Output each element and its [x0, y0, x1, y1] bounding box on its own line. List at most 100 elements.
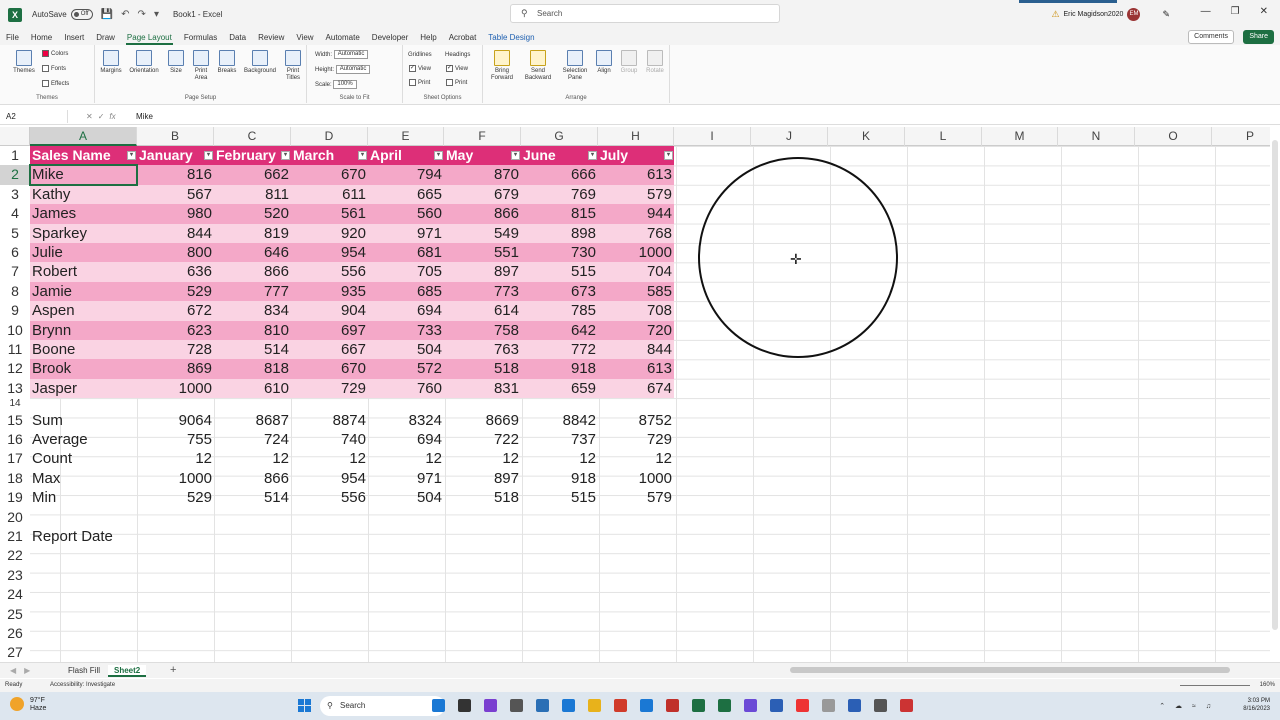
formula-input[interactable]: Mike — [128, 112, 153, 121]
tab-automate[interactable]: Automate — [320, 33, 366, 42]
column-header-c[interactable]: C — [214, 127, 291, 146]
table-cell[interactable]: 704 — [598, 262, 674, 282]
height-control[interactable]: Height: Automatic — [315, 65, 371, 75]
gridlines-view-checkbox[interactable]: ✓ View — [409, 65, 431, 74]
onenote-icon[interactable] — [744, 699, 757, 712]
summary-cell[interactable]: 724 — [214, 430, 291, 449]
group-button[interactable]: Group — [617, 50, 641, 75]
tab-view[interactable]: View — [290, 33, 319, 42]
row-header-3[interactable]: 3 — [0, 185, 30, 204]
redo-icon[interactable]: ↷ — [138, 9, 146, 20]
row-header-25[interactable]: 25 — [0, 605, 30, 624]
restore-icon[interactable]: ❐ — [1231, 6, 1240, 17]
summary-cell[interactable]: Count — [30, 449, 137, 468]
tab-draw[interactable]: Draw — [90, 33, 121, 42]
column-header-n[interactable]: N — [1058, 127, 1135, 146]
summary-cell[interactable]: 866 — [214, 469, 291, 488]
zoom-level[interactable]: 160% — [1260, 679, 1275, 692]
start-icon[interactable] — [298, 699, 311, 712]
table-cell[interactable]: 614 — [444, 301, 521, 321]
table-cell[interactable]: 811 — [214, 184, 291, 205]
summary-cell[interactable]: 694 — [368, 430, 444, 449]
table-cell[interactable]: 1000 — [137, 378, 214, 399]
filter-dropdown-icon[interactable]: ▾ — [127, 151, 136, 160]
size-button[interactable]: Size — [165, 50, 187, 75]
summary-cell[interactable]: 897 — [444, 469, 521, 488]
row-header-23[interactable]: 23 — [0, 566, 30, 585]
teams-icon[interactable] — [484, 699, 497, 712]
tab-review[interactable]: Review — [252, 33, 290, 42]
table-cell[interactable]: 560 — [368, 204, 444, 224]
summary-cell[interactable]: 12 — [444, 449, 521, 468]
table-cell[interactable]: 866 — [214, 262, 291, 282]
table-cell[interactable]: 685 — [368, 281, 444, 302]
rotate-button[interactable]: Rotate — [642, 50, 668, 75]
table-cell[interactable]: 529 — [137, 281, 214, 302]
outlook-icon[interactable] — [536, 699, 549, 712]
table-cell[interactable]: 866 — [444, 204, 521, 224]
summary-cell[interactable]: 8752 — [598, 411, 674, 430]
table-cell[interactable]: 769 — [521, 184, 598, 205]
tab-home[interactable]: Home — [25, 33, 58, 42]
summary-cell[interactable]: 8842 — [521, 411, 598, 430]
effects-button[interactable]: Effects — [42, 80, 69, 89]
row-header-8[interactable]: 8 — [0, 282, 30, 301]
word-icon[interactable] — [770, 699, 783, 712]
table-cell[interactable]: Kathy — [30, 184, 137, 205]
summary-cell[interactable]: Average — [30, 430, 137, 449]
row-header-26[interactable]: 26 — [0, 624, 30, 643]
table-cell[interactable]: 729 — [291, 378, 368, 399]
excel-active-icon[interactable] — [718, 699, 731, 712]
table-cell[interactable]: 772 — [521, 340, 598, 360]
orientation-button[interactable]: Orientation — [125, 50, 163, 75]
table-cell[interactable]: 819 — [214, 223, 291, 243]
scale-control[interactable]: Scale: 100% — [315, 80, 357, 90]
row-header-14[interactable]: 14 — [0, 398, 30, 410]
filter-dropdown-icon[interactable]: ▾ — [204, 151, 213, 160]
table-cell[interactable]: 585 — [598, 281, 674, 302]
filter-dropdown-icon[interactable]: ▾ — [358, 151, 367, 160]
powerpoint-icon[interactable] — [666, 699, 679, 712]
excel-icon[interactable] — [692, 699, 705, 712]
summary-cell[interactable]: 515 — [521, 488, 598, 507]
system-tray-icons[interactable]: ⌃ ☁ ≈ ♫ — [1159, 702, 1215, 710]
selection-pane-button[interactable]: Selection Pane — [559, 50, 591, 82]
table-cell[interactable]: 773 — [444, 281, 521, 302]
table-cell[interactable]: 514 — [214, 340, 291, 360]
summary-cell[interactable]: 8874 — [291, 411, 368, 430]
table-cell[interactable]: 720 — [598, 320, 674, 340]
search-box[interactable]: ⚲ Search — [510, 4, 780, 23]
tab-table-design[interactable]: Table Design — [482, 33, 540, 42]
table-cell[interactable]: 831 — [444, 378, 521, 399]
tab-insert[interactable]: Insert — [58, 33, 90, 42]
summary-cell[interactable]: 504 — [368, 488, 444, 507]
column-header-f[interactable]: F — [444, 127, 521, 146]
chrome-icon[interactable] — [796, 699, 809, 712]
tab-file[interactable]: File — [0, 33, 25, 42]
table-cell[interactable]: 504 — [368, 340, 444, 360]
table-cell[interactable]: 672 — [137, 301, 214, 321]
table-cell[interactable]: 670 — [291, 165, 368, 185]
table-cell[interactable]: 642 — [521, 320, 598, 340]
row-header-10[interactable]: 10 — [0, 321, 30, 340]
align-button[interactable]: Align — [592, 50, 616, 75]
summary-cell[interactable]: Max — [30, 469, 137, 488]
table-cell[interactable]: 944 — [598, 204, 674, 224]
sheet-nav-icon[interactable]: ◀▶ — [10, 666, 38, 675]
row-header-19[interactable]: 19 — [0, 488, 30, 507]
table-cell[interactable]: 567 — [137, 184, 214, 205]
summary-cell[interactable]: 529 — [137, 488, 214, 507]
table-cell[interactable]: James — [30, 204, 137, 224]
minimize-icon[interactable]: — — [1201, 6, 1211, 17]
column-header-o[interactable]: O — [1135, 127, 1212, 146]
row-header-16[interactable]: 16 — [0, 430, 30, 449]
copilot-icon[interactable] — [432, 699, 445, 712]
table-cell[interactable]: 659 — [521, 378, 598, 399]
table-cell[interactable]: 666 — [521, 165, 598, 185]
gridlines-print-checkbox[interactable]: Print — [409, 79, 430, 88]
table-cell[interactable]: 667 — [291, 340, 368, 360]
summary-cell[interactable]: 971 — [368, 469, 444, 488]
table-cell[interactable]: 810 — [214, 320, 291, 340]
tab-page-layout[interactable]: Page Layout — [121, 33, 178, 45]
column-header-p[interactable]: P — [1212, 127, 1270, 146]
